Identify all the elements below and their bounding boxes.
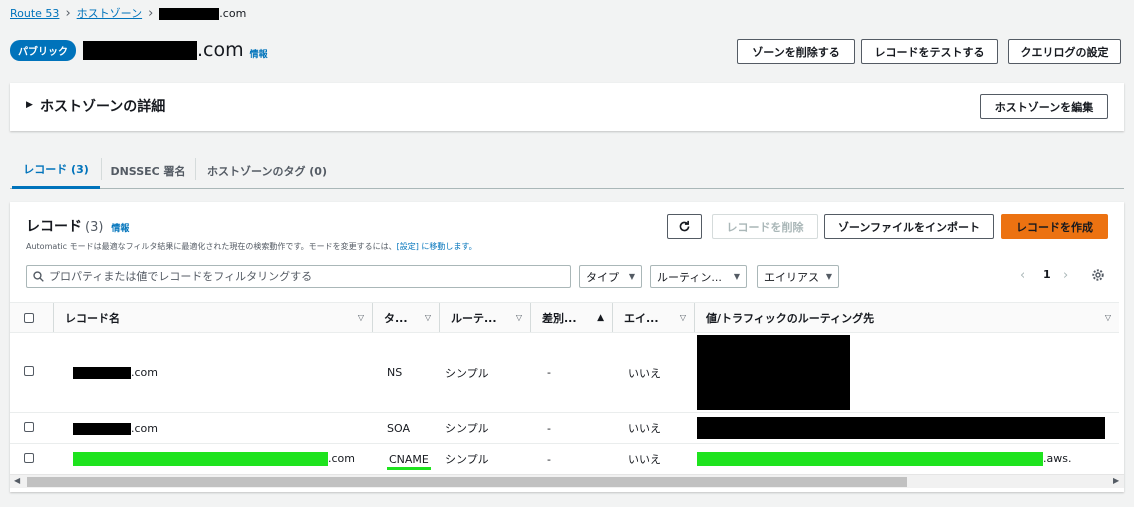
refresh-button[interactable] (667, 214, 702, 239)
records-count: (3) (85, 220, 104, 235)
sort-icon: ▽ (515, 313, 522, 322)
alias-filter-select[interactable]: エイリアス ▼ (757, 265, 839, 288)
record-value: .aws. (695, 452, 1119, 466)
tab-tags[interactable]: ホストゾーンのタグ (0) (196, 152, 338, 189)
records-title: レコード (3) 情報 (26, 219, 130, 235)
table-row[interactable]: .com SOA シンプル - いいえ (10, 412, 1119, 444)
redacted-block (697, 335, 850, 410)
delete-zone-button[interactable]: ゾーンを削除する (737, 39, 855, 64)
column-routing[interactable]: ルーテ... ▽ (440, 303, 531, 332)
table-header-row: レコード名 ▽ タ... ▽ ルーテ... ▽ 差別... ▲ エイ... ▽ 値/トラフ… (10, 302, 1119, 333)
redacted-block (73, 422, 131, 435)
table-row[interactable]: .com NS シンプル - いいえ (10, 332, 1119, 413)
record-type: CNAME (373, 452, 440, 470)
scroll-left-icon[interactable]: ◀ (14, 476, 20, 485)
record-type: NS (387, 366, 403, 379)
record-alias: いいえ (628, 366, 661, 380)
column-type[interactable]: タ... ▽ (373, 303, 440, 332)
row-checkbox[interactable] (24, 366, 34, 376)
settings-link[interactable]: [設定] に移動します。 (397, 242, 477, 251)
sort-icon: ▽ (679, 313, 686, 322)
scroll-right-icon[interactable]: ▶ (1113, 476, 1119, 485)
column-differentiator[interactable]: 差別... ▲ (531, 303, 613, 332)
type-filter-select[interactable]: タイプ ▼ (579, 265, 642, 288)
record-alias: いいえ (628, 422, 661, 435)
info-link[interactable]: 情報 (250, 47, 268, 60)
sort-icon: ▽ (1104, 313, 1111, 322)
record-value (695, 335, 1119, 410)
caret-down-icon: ▼ (733, 272, 740, 281)
redacted-block (697, 417, 1105, 439)
record-differentiator: - (547, 421, 551, 435)
record-alias: いいえ (628, 453, 661, 466)
records-table: レコード名 ▽ タ... ▽ ルーテ... ▽ 差別... ▲ エイ... ▽ 値/トラフ… (10, 302, 1119, 475)
record-name: .com (54, 366, 373, 379)
chevron-right-icon: › (148, 5, 154, 21)
record-routing: シンプル (445, 453, 489, 466)
highlight-block (73, 452, 328, 466)
redacted-block (159, 7, 220, 20)
horizontal-scrollbar[interactable]: ◀ ▶ (10, 474, 1124, 488)
page-number[interactable]: 1 (1043, 268, 1051, 281)
page-header: パブリック .com 情報 (10, 37, 268, 63)
record-routing: シンプル (445, 366, 489, 380)
breadcrumb: Route 53 › ホストゾーン › .com (10, 5, 246, 21)
table-row[interactable]: .com CNAME シンプル - いいえ .aws. (10, 443, 1119, 475)
records-panel: レコード (3) 情報 Automatic モードは最適なフィルタ結果に最適化さ… (10, 202, 1124, 492)
breadcrumb-current: .com (159, 7, 246, 20)
redacted-block (83, 40, 197, 60)
record-name: .com (54, 422, 373, 435)
caret-right-icon[interactable]: ▶ (26, 100, 33, 110)
scrollbar-thumb[interactable] (27, 477, 907, 487)
sort-icon: ▽ (357, 313, 364, 322)
record-type: SOA (387, 421, 410, 435)
import-zone-file-button[interactable]: ゾーンファイルをインポート (824, 214, 994, 239)
next-page-icon[interactable]: › (1063, 268, 1068, 283)
breadcrumb-hosted-zones[interactable]: ホストゾーン (77, 5, 142, 21)
query-log-button[interactable]: クエリログの設定 (1008, 39, 1121, 64)
gear-icon[interactable] (1091, 268, 1105, 285)
tab-dnssec[interactable]: DNSSEC 署名 (102, 152, 194, 189)
record-differentiator: - (547, 366, 551, 379)
row-checkbox[interactable] (24, 421, 34, 432)
column-value[interactable]: 値/トラフィックのルーティング先 ▽ (695, 303, 1119, 332)
create-record-button[interactable]: レコードを作成 (1001, 214, 1108, 239)
refresh-icon (679, 220, 690, 232)
delete-record-button[interactable]: レコードを削除 (712, 214, 818, 239)
tab-records[interactable]: レコード (3) (12, 152, 100, 189)
record-name: .com (54, 452, 373, 466)
sort-ascending-icon: ▲ (597, 312, 604, 323)
row-checkbox[interactable] (24, 452, 34, 463)
page-title: .com (83, 39, 244, 61)
search-icon (33, 271, 44, 282)
tab-bar: レコード (3) DNSSEC 署名 ホストゾーンのタグ (0) (10, 152, 1124, 189)
record-filter-search (26, 265, 571, 288)
records-description: Automatic モードは最適なフィルタ結果に最適化された現在の検索動作です。… (26, 242, 477, 251)
column-alias[interactable]: エイ... ▽ (613, 303, 695, 332)
test-record-button[interactable]: レコードをテストする (861, 39, 998, 64)
routing-filter-select[interactable]: ルーティン... ▼ (650, 265, 747, 288)
redacted-block (73, 367, 131, 379)
select-all-checkbox[interactable] (24, 312, 34, 323)
edit-zone-button[interactable]: ホストゾーンを編集 (980, 94, 1108, 119)
sort-icon: ▽ (424, 313, 431, 322)
public-badge: パブリック (10, 39, 76, 61)
breadcrumb-route53[interactable]: Route 53 (10, 7, 59, 20)
column-record-name[interactable]: レコード名 ▽ (54, 303, 373, 332)
search-input[interactable] (49, 270, 549, 283)
record-differentiator: - (547, 452, 551, 466)
record-routing: シンプル (445, 422, 489, 435)
caret-down-icon: ▼ (628, 272, 635, 281)
caret-down-icon: ▼ (825, 272, 832, 281)
chevron-right-icon: › (65, 5, 71, 21)
details-title[interactable]: ホストゾーンの詳細 (40, 96, 165, 116)
prev-page-icon[interactable]: ‹ (1020, 268, 1025, 283)
highlight-block (697, 452, 1043, 466)
info-link[interactable]: 情報 (111, 221, 129, 234)
hosted-zone-details-panel: ▶ ホストゾーンの詳細 ホストゾーンを編集 (10, 83, 1124, 131)
record-value (695, 417, 1119, 439)
